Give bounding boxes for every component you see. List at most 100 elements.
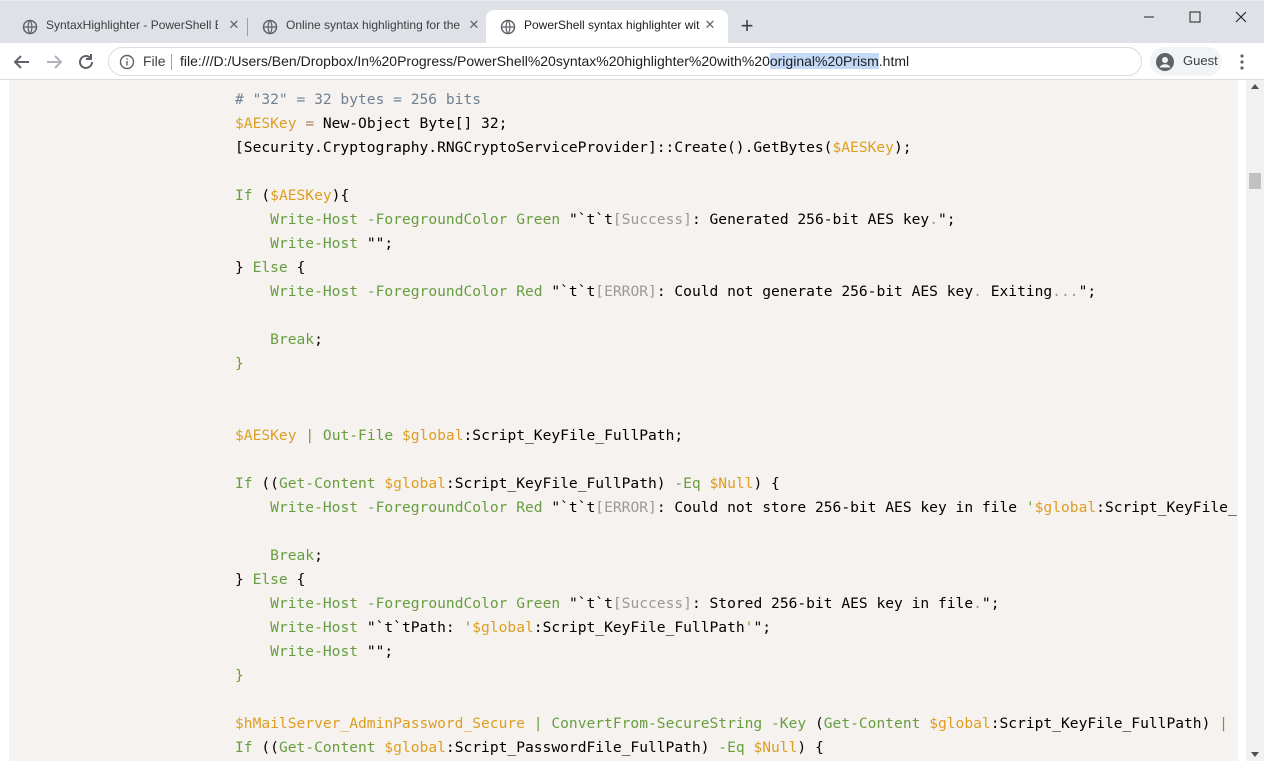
- maximize-button[interactable]: [1172, 3, 1218, 31]
- code-token: );: [893, 139, 912, 156]
- code-token: {: [287, 571, 306, 588]
- code-line: $AESKey | Out-File $global:Script_KeyFil…: [235, 424, 1237, 448]
- code-token: $Null: [753, 739, 798, 756]
- forward-button[interactable]: [42, 50, 66, 74]
- code-token: $global: [929, 715, 991, 732]
- code-token: Write-Host: [270, 499, 359, 516]
- code-token: [Success]: [612, 211, 692, 228]
- code-token: ...: [1052, 283, 1079, 300]
- close-window-button[interactable]: [1218, 3, 1264, 31]
- code-token: :Script_KeyFile_FullPath): [990, 715, 1220, 732]
- scroll-up-arrow-icon[interactable]: [1251, 84, 1259, 89]
- code-token: $global: [402, 427, 464, 444]
- code-token: Green: [516, 211, 561, 228]
- avatar-icon: [1156, 53, 1174, 71]
- code-token: ";: [981, 595, 1000, 612]
- code-token: # "32" = 32 bytes = 256 bits: [235, 91, 482, 108]
- code-line: Break;: [235, 544, 1237, 568]
- code-token: ': [463, 619, 473, 636]
- code-token: ) {: [753, 475, 780, 492]
- code-token: Get-Content: [823, 715, 921, 732]
- globe-icon: [262, 19, 278, 35]
- minimize-icon: [1144, 16, 1154, 18]
- code-token: $Null: [709, 475, 754, 492]
- code-token: $global: [472, 619, 534, 636]
- minimize-button[interactable]: [1126, 3, 1172, 31]
- code-line: Write-Host -ForegroundColor Red "`t`t[ER…: [235, 496, 1237, 520]
- code-token: Red: [516, 283, 543, 300]
- scroll-down-arrow-icon[interactable]: [1251, 752, 1259, 757]
- code-token: }: [235, 355, 244, 372]
- code-line: Write-Host "";: [235, 232, 1237, 256]
- code-token: If: [235, 187, 253, 204]
- code-token: }: [235, 259, 253, 276]
- scrollbar-thumb[interactable]: [1249, 173, 1261, 189]
- code-block: # "32" = 32 bytes = 256 bits $AESKey = Ne…: [9, 80, 1238, 761]
- code-token: Write-Host: [270, 235, 359, 252]
- profile-button[interactable]: Guest: [1150, 47, 1222, 76]
- close-icon: [1235, 11, 1247, 23]
- arrow-left-icon: [13, 55, 29, 69]
- code-token: Get-Content: [278, 475, 376, 492]
- tab-close-button[interactable]: ✕: [702, 17, 718, 33]
- code-token: -Eq: [718, 739, 745, 756]
- code-line: } Else {: [235, 256, 1237, 280]
- reload-button[interactable]: [74, 50, 98, 74]
- code-token: $AESKey: [832, 139, 894, 156]
- url-selection: original%20Prism: [769, 53, 879, 69]
- code-token: Write-Host: [270, 595, 359, 612]
- code-token: ";: [937, 211, 956, 228]
- reload-icon: [79, 54, 93, 69]
- tab-powershell-syntax-highlighter[interactable]: PowerShell syntax highlighter wit ✕: [486, 10, 728, 44]
- code-token: =: [305, 115, 315, 132]
- back-button[interactable]: [10, 50, 34, 74]
- code-token: }: [235, 571, 253, 588]
- vertical-scrollbar[interactable]: [1246, 80, 1264, 761]
- code-token: Green: [516, 595, 561, 612]
- code-line: If ((Get-Content $global:Script_Password…: [235, 736, 1237, 760]
- info-icon[interactable]: [119, 54, 135, 70]
- code-token: ";: [753, 619, 772, 636]
- code-token: $hMailServer_AdminPassword_Secure: [235, 715, 525, 732]
- tab-close-button[interactable]: ✕: [466, 17, 482, 33]
- browser-menu-button[interactable]: [1232, 52, 1252, 72]
- tab-title: PowerShell syntax highlighter wit: [524, 18, 700, 32]
- code-token: Break: [270, 547, 315, 564]
- tab-close-button[interactable]: ✕: [226, 17, 242, 33]
- code-token: ((: [252, 739, 279, 756]
- tab-online-syntax-highlighting[interactable]: Online syntax highlighting for the ✕: [248, 10, 488, 44]
- code-line: Break;: [235, 328, 1237, 352]
- address-bar[interactable]: File file:///D:/Users/Ben/Dropbox/In%20P…: [108, 47, 1142, 76]
- code-token: :Script_KeyFile_FullPath: [533, 619, 745, 636]
- code-line: $AESKey = New-Object Byte[] 32;: [235, 112, 1237, 136]
- code-token: :Script_KeyFile_: [1096, 499, 1237, 516]
- tab-syntaxhighlighter[interactable]: SyntaxHighlighter - PowerShell E ✕: [8, 10, 248, 44]
- new-tab-button[interactable]: +: [736, 15, 758, 38]
- code-token: Break: [270, 331, 315, 348]
- code-token: .: [929, 211, 938, 228]
- code-token: |: [1219, 715, 1228, 732]
- code-token: [Success]: [612, 595, 692, 612]
- code-token: [ERROR]: [595, 499, 657, 516]
- code-token: Write-Host: [270, 283, 359, 300]
- url-text[interactable]: file:///D:/Users/Ben/Dropbox/In%20Progre…: [180, 53, 909, 69]
- code-line: Write-Host -ForegroundColor Green "`t`t[…: [235, 592, 1237, 616]
- code-token: $global: [384, 475, 446, 492]
- code-token: If: [235, 739, 253, 756]
- tab-title: Online syntax highlighting for the: [286, 18, 460, 32]
- code-token: "`t`t: [560, 595, 613, 612]
- code-line: [Security.Cryptography.RNGCryptoServiceP…: [235, 136, 1237, 160]
- code-token: -ForegroundColor: [366, 499, 508, 516]
- code-token: Write-Host: [270, 643, 359, 660]
- code-token: "`t`t: [542, 283, 596, 300]
